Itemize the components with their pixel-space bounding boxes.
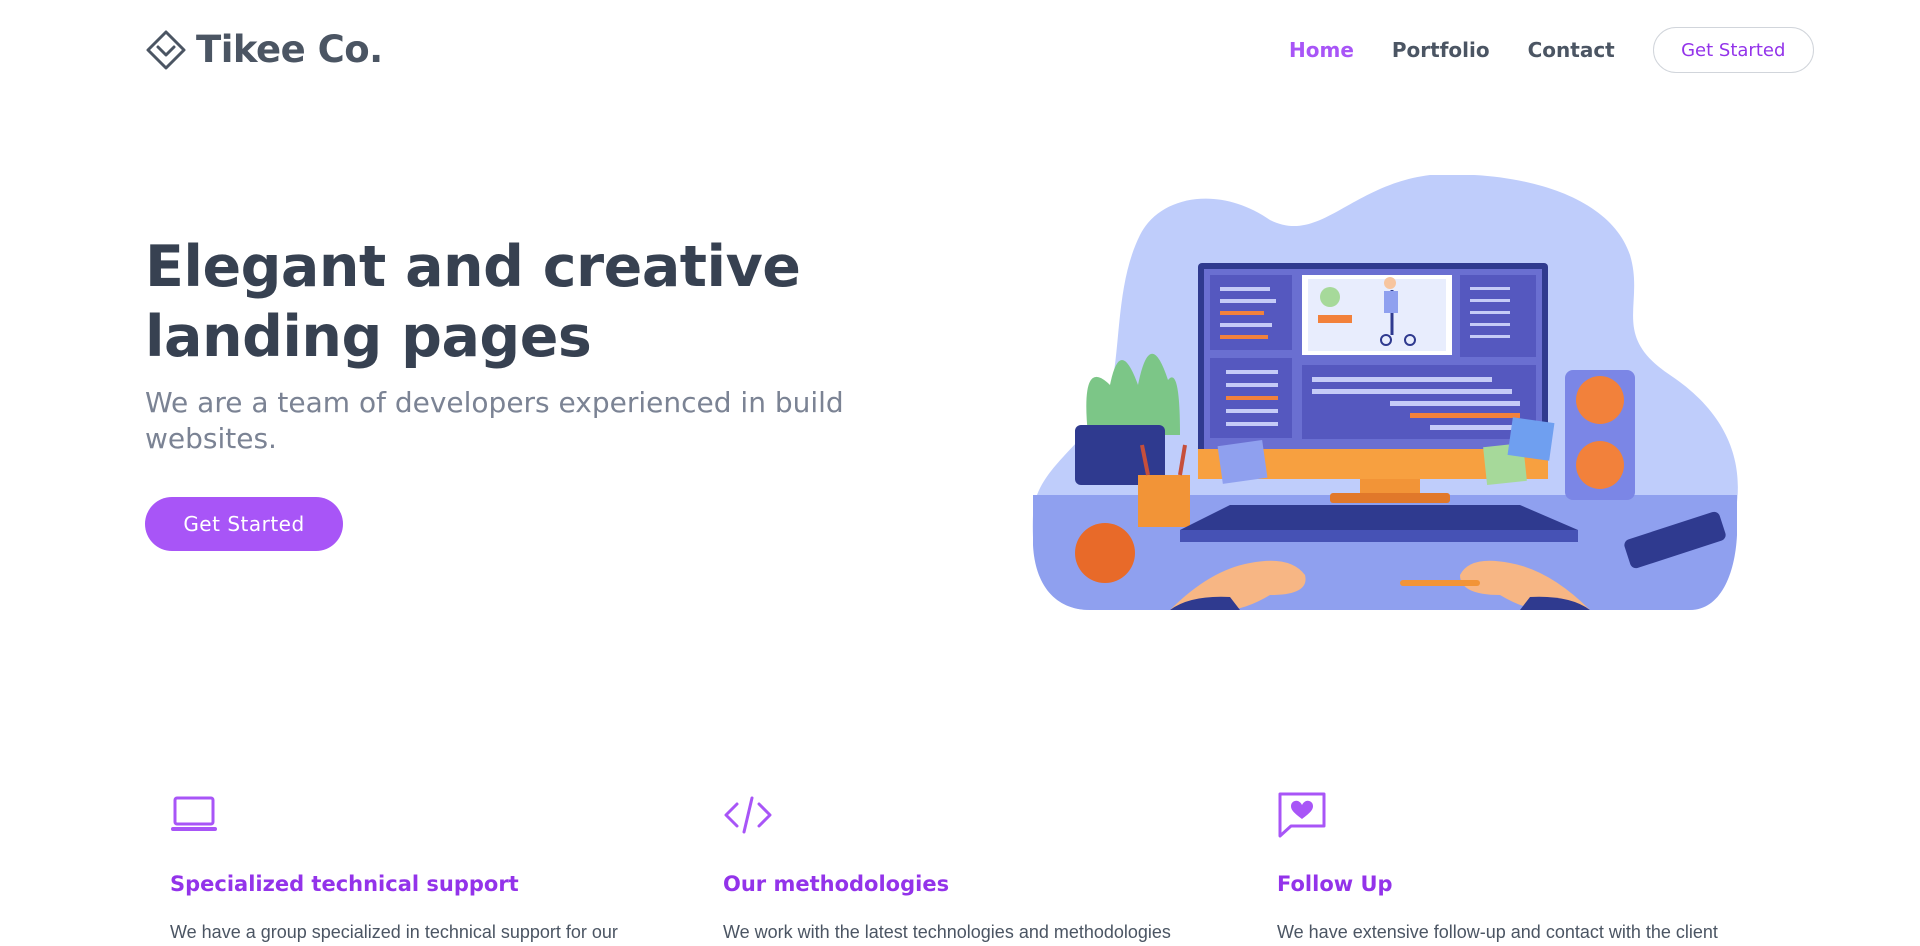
nav-link-home[interactable]: Home — [1289, 38, 1354, 62]
feature-title: Follow Up — [1277, 872, 1393, 896]
laptop-icon — [171, 796, 217, 831]
brand-name: Tikee Co. — [196, 28, 383, 71]
hero-subtitle: We are a team of developers experienced … — [145, 386, 844, 455]
feature-methodologies: Our methodologies We work with the lates… — [723, 790, 1243, 942]
hero-get-started-button[interactable]: Get Started — [145, 497, 343, 551]
hero-title: Elegant and creative landing pages — [145, 234, 801, 370]
feature-technical-support: Specialized technical support We have a … — [170, 790, 690, 942]
feature-text: We work with the latest technologies and… — [723, 922, 1171, 942]
feature-follow-up: Follow Up We have extensive follow-up an… — [1277, 790, 1797, 942]
code-icon — [724, 796, 772, 834]
feature-title: Our methodologies — [723, 872, 950, 896]
nav-link-portfolio[interactable]: Portfolio — [1392, 38, 1490, 62]
nav-link-contact[interactable]: Contact — [1528, 38, 1615, 62]
feature-text: We have a group specialized in technical… — [170, 922, 618, 942]
main-nav: Home Portfolio Contact Get Started — [1289, 27, 1814, 73]
developer-desk-illustration — [1032, 175, 1738, 610]
diamond-logo-icon — [146, 30, 186, 69]
chat-heart-icon — [1278, 792, 1326, 838]
header-get-started-button[interactable]: Get Started — [1652, 27, 1814, 73]
feature-title: Specialized technical support — [170, 872, 519, 896]
feature-text: We have extensive follow-up and contact … — [1277, 922, 1718, 942]
brand-logo[interactable]: Tikee Co. — [145, 28, 383, 71]
site-header: Tikee Co. Home Portfolio Contact Get Sta… — [0, 0, 1920, 100]
